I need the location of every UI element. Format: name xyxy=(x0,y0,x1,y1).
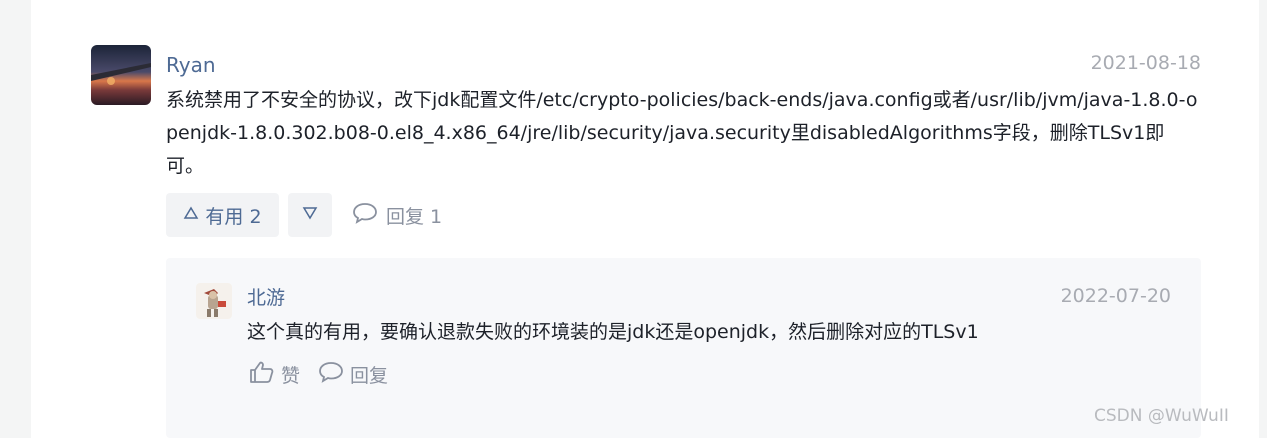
comment-date: 2021-08-18 xyxy=(1090,52,1201,74)
triangle-up-icon xyxy=(183,204,199,226)
triangle-down-icon xyxy=(302,204,318,226)
comment-text: 系统禁用了不安全的协议，改下jdk配置文件/etc/crypto-policie… xyxy=(166,89,1198,177)
like-label: 赞 xyxy=(281,364,301,387)
reply-date: 2022-07-20 xyxy=(1060,285,1171,307)
user-avatar[interactable] xyxy=(91,45,151,105)
upvote-button[interactable]: 有用 2 xyxy=(166,193,279,237)
comment-bubble-icon xyxy=(352,201,386,230)
reply-button[interactable]: 回复 1 xyxy=(352,193,442,237)
like-button[interactable]: 赞 xyxy=(249,360,300,388)
thumbs-up-icon xyxy=(249,360,281,389)
reply-user-avatar[interactable] xyxy=(196,283,232,319)
reply-reply-button[interactable]: 回复 xyxy=(318,360,388,388)
downvote-button[interactable] xyxy=(288,193,332,237)
comment-bubble-icon xyxy=(318,360,350,389)
reply-label: 回复 1 xyxy=(386,205,443,228)
reply-username[interactable]: 北游 xyxy=(247,285,285,311)
comment-username[interactable]: Ryan xyxy=(166,52,216,78)
reply-reply-label: 回复 xyxy=(350,364,389,387)
watermark: CSDN @WuWuII xyxy=(1094,406,1229,426)
upvote-label: 有用 2 xyxy=(205,205,262,228)
reply-text: 这个真的有用，要确认退款失败的环境装的是jdk还是openjdk，然后删除对应的… xyxy=(247,321,979,343)
